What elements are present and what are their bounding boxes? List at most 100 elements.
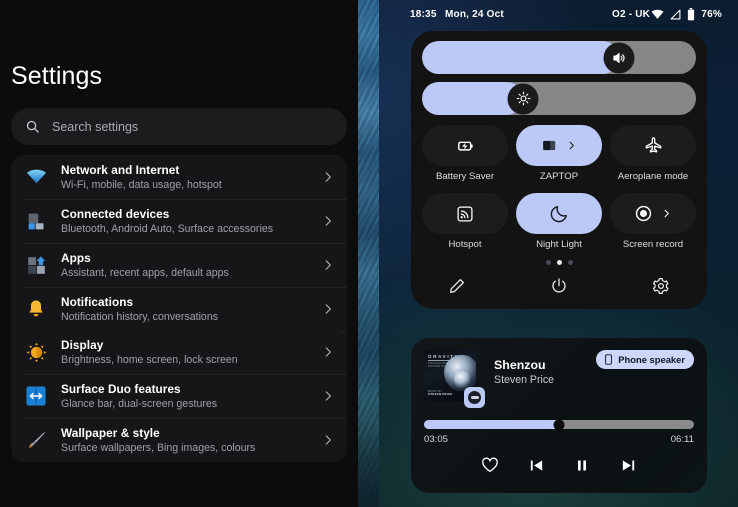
tile-label: Screen record [623,239,683,250]
quick-settings-panel: 18:35 Mon, 24 Oct O2 - UK 76% [379,0,738,507]
battery-percent: 76% [701,9,722,20]
tile-night-light[interactable] [516,193,602,234]
search-placeholder: Search settings [52,120,138,134]
tile-cell: ZAPTOP [516,125,602,191]
page-title: Settings [0,62,113,91]
settings-row-subtitle: Surface wallpapers, Bing images, colours [61,441,321,455]
search-input[interactable]: Search settings [11,108,347,145]
chevron-right-icon[interactable] [661,208,672,219]
page-indicator [422,260,696,265]
gear-icon [652,277,670,295]
settings-row-subtitle: Notification history, conversations [61,310,321,324]
output-device-chip[interactable]: Phone speaker [596,350,694,369]
page-dot[interactable] [546,260,551,265]
status-carrier: O2 - UK [612,9,650,20]
output-device-label: Phone speaker [618,354,685,365]
settings-row-text: NotificationsNotification history, conve… [61,295,321,324]
media-progress-slider[interactable] [424,420,694,429]
quick-settings-actions [422,269,696,297]
media-player-card: GRAVITY ORIGINAL MOTION PICTURE SOUNDTRA… [411,338,707,493]
settings-row-connected-devices[interactable]: Connected devicesBluetooth, Android Auto… [11,199,347,243]
media-app-icon [468,391,481,404]
next-button[interactable] [617,454,639,476]
chevron-right-icon [321,258,335,272]
media-controls [411,454,707,476]
chevron-right-icon [321,389,335,403]
tile-screen-record[interactable] [610,193,696,234]
media-app-badge [464,387,485,408]
tile-aeroplane-mode[interactable] [610,125,696,166]
chevron-right-icon [321,302,335,316]
settings-row-subtitle: Glance bar, dual-screen gestures [61,397,321,411]
tile-cell: Screen record [610,193,696,259]
power-icon [550,277,568,295]
settings-button[interactable] [650,275,672,297]
apps-icon [25,254,47,276]
settings-row-network-and-internet[interactable]: Network and InternetWi-Fi, mobile, data … [11,155,347,199]
album-art-footer-name: STEVEN PRICE [428,393,452,397]
settings-row-title: Notifications [61,295,321,310]
duo-icon [25,385,47,407]
settings-row-subtitle: Brightness, home screen, lock screen [61,353,321,367]
settings-row-title: Wallpaper & style [61,426,321,441]
wallpaper-seam-fade [357,420,379,507]
quick-settings-tiles: Battery SaverZAPTOPAeroplane modeHotspot… [422,125,696,259]
settings-row-text: Connected devicesBluetooth, Android Auto… [61,207,321,236]
album-art-figure-helmet [454,369,470,389]
media-progress-knob[interactable] [554,419,565,430]
previous-button[interactable] [525,454,547,476]
settings-row-wallpaper-style[interactable]: Wallpaper & styleSurface wallpapers, Bin… [11,418,347,462]
edit-button[interactable] [446,275,468,297]
settings-row-apps[interactable]: AppsAssistant, recent apps, default apps [11,243,347,287]
skip-previous-icon [528,457,545,474]
favourite-button[interactable] [479,454,501,476]
brightness-icon [515,91,531,107]
tile-zaptop[interactable] [516,125,602,166]
brush-icon [25,429,47,451]
settings-row-display[interactable]: DisplayBrightness, home screen, lock scr… [11,330,347,374]
settings-row-title: Display [61,338,321,353]
volume-slider-knob[interactable] [604,42,635,73]
tile-cell: Aeroplane mode [610,125,696,191]
tile-cell: Battery Saver [422,125,508,191]
settings-row-surface-duo-features[interactable]: Surface Duo featuresGlance bar, dual-scr… [11,374,347,418]
record-icon [634,204,653,223]
status-date: Mon, 24 Oct [445,9,504,20]
cast-device-icon [541,137,558,154]
brightness-slider-knob[interactable] [508,83,539,114]
settings-row-subtitle: Assistant, recent apps, default apps [61,266,321,280]
brightness-slider[interactable] [422,82,696,115]
media-elapsed: 03:05 [424,434,448,445]
album-art-wrapper: GRAVITY ORIGINAL MOTION PICTURE SOUNDTRA… [424,349,476,401]
devices-icon [25,210,47,232]
tile-label: ZAPTOP [540,171,578,182]
settings-row-text: Surface Duo featuresGlance bar, dual-scr… [61,382,321,411]
pencil-icon [448,277,466,295]
volume-slider-fill [422,41,619,74]
battery-icon [687,8,695,21]
pause-button[interactable] [571,454,593,476]
chevron-right-icon [321,345,335,359]
settings-row-title: Connected devices [61,207,321,222]
tile-label: Battery Saver [436,171,494,182]
chevron-right-icon [321,170,335,184]
page-dot[interactable] [568,260,573,265]
tile-battery-saver[interactable] [422,125,508,166]
heart-icon [481,456,499,474]
tile-hotspot[interactable] [422,193,508,234]
volume-slider[interactable] [422,41,696,74]
brightness-icon [25,341,47,363]
wifi-icon [25,166,47,188]
settings-row-notifications[interactable]: NotificationsNotification history, conve… [11,287,347,331]
power-button[interactable] [548,275,570,297]
settings-row-title: Network and Internet [61,163,321,178]
page-dot[interactable] [557,260,562,265]
battery-saver-icon [456,136,475,155]
volume-icon [612,50,627,65]
bell-icon [25,298,47,320]
album-art-footer: MUSIC BY STEVEN PRICE [428,390,452,397]
signal-icon [670,9,681,20]
chevron-right-icon[interactable] [566,140,577,151]
settings-row-text: DisplayBrightness, home screen, lock scr… [61,338,321,367]
settings-row-subtitle: Wi-Fi, mobile, data usage, hotspot [61,178,321,192]
